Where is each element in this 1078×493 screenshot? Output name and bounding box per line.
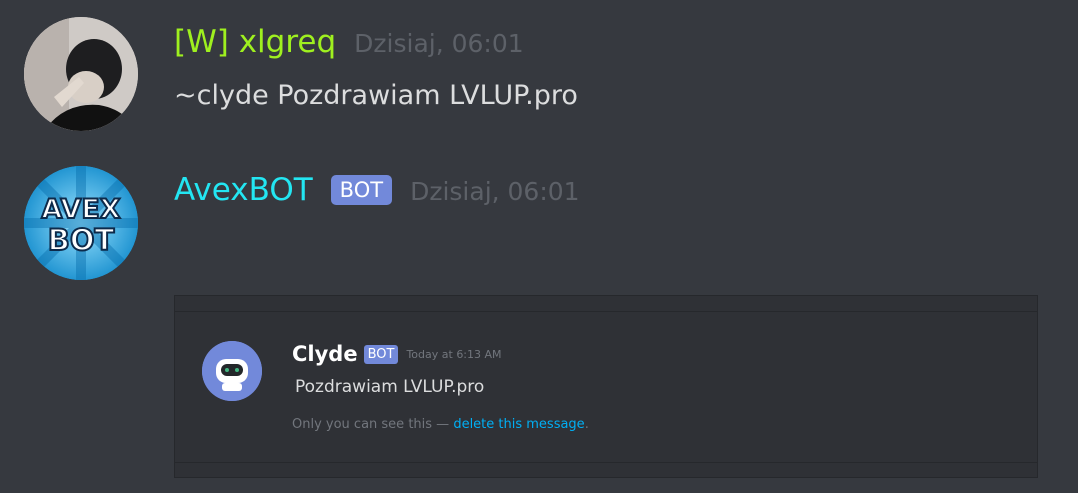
timestamp: Dzisiaj, 06:01 bbox=[410, 177, 580, 206]
message-header: [W] xlgreq Dzisiaj, 06:01 bbox=[174, 24, 524, 60]
username[interactable]: [W] xlgreq bbox=[174, 24, 336, 60]
delete-message-link[interactable]: delete this message bbox=[453, 417, 584, 432]
clyde-bot-badge: BOT bbox=[363, 344, 399, 364]
embed-divider-top bbox=[175, 296, 1037, 312]
clyde-timestamp: Today at 6:13 AM bbox=[406, 347, 502, 361]
clyde-message-text: Pozdrawiam LVLUP.pro bbox=[295, 377, 485, 397]
clyde-username[interactable]: Clyde bbox=[292, 342, 358, 366]
avatar-text-line1: AVEX bbox=[41, 194, 120, 225]
ephemeral-note: Only you can see this — delete this mess… bbox=[292, 417, 589, 432]
user-avatar[interactable] bbox=[24, 17, 138, 131]
avexbot-logo-icon: AVEX BOT bbox=[24, 166, 138, 280]
clyde-avatar[interactable] bbox=[202, 341, 262, 401]
ephemeral-note-suffix: . bbox=[584, 417, 589, 432]
bot-badge: BOT bbox=[330, 175, 393, 205]
embed-divider-bottom bbox=[175, 462, 1037, 477]
user-photo-icon bbox=[24, 17, 138, 131]
ephemeral-note-prefix: Only you can see this — bbox=[292, 417, 454, 432]
clyde-embed: Clyde BOT Today at 6:13 AM Pozdrawiam LV… bbox=[174, 295, 1038, 478]
message-content: ~clyde Pozdrawiam LVLUP.pro bbox=[174, 80, 578, 111]
clyde-robot-icon bbox=[202, 341, 262, 401]
bot-avatar[interactable]: AVEX BOT bbox=[24, 166, 138, 280]
username[interactable]: AvexBOT bbox=[174, 172, 313, 208]
timestamp: Dzisiaj, 06:01 bbox=[354, 29, 524, 58]
clyde-header: Clyde BOT Today at 6:13 AM bbox=[292, 342, 502, 366]
avatar-text-line2: BOT bbox=[48, 223, 115, 257]
message-header: AvexBOT BOT Dzisiaj, 06:01 bbox=[174, 172, 580, 208]
